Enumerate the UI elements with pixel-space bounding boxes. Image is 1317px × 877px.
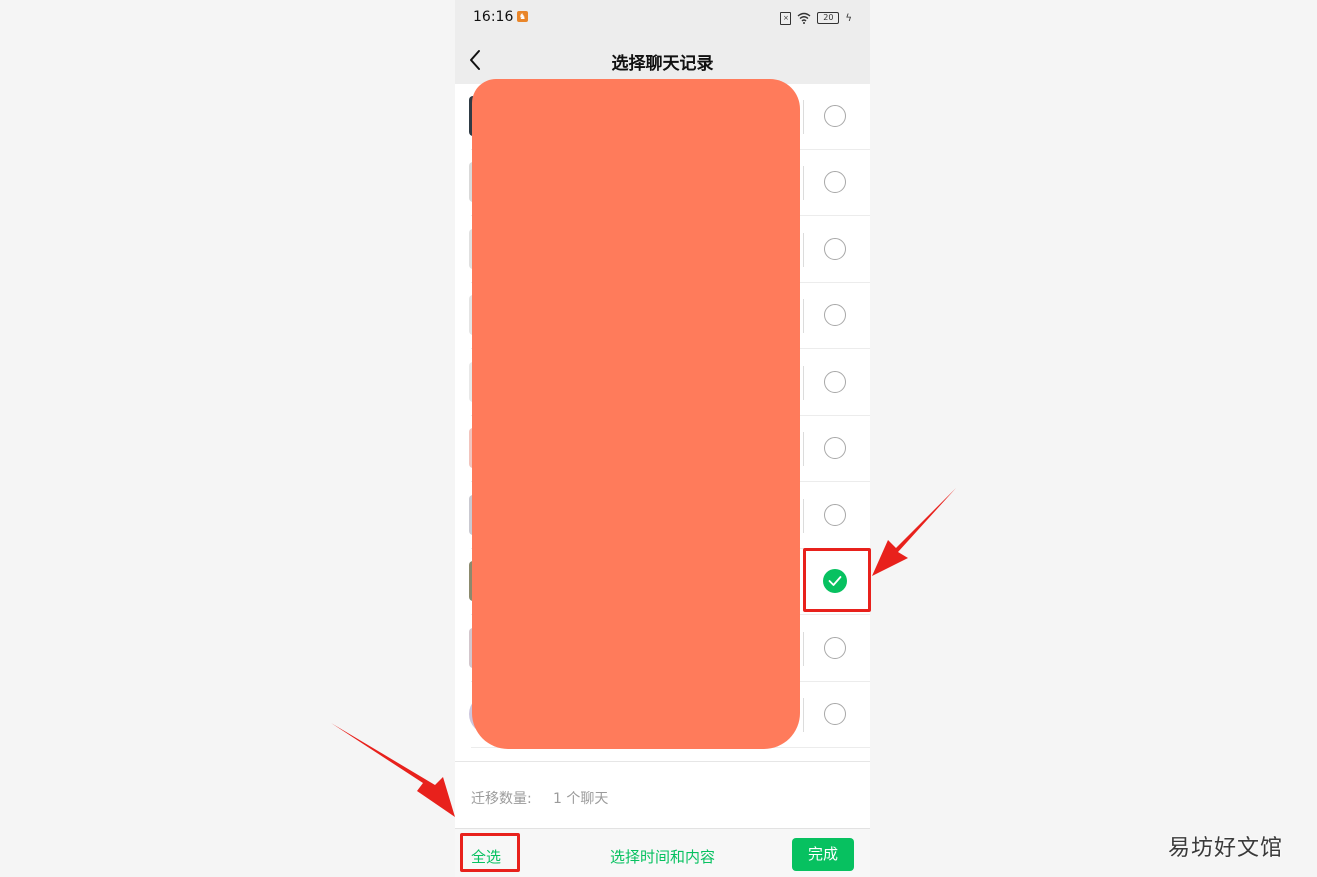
charging-icon: ϟ xyxy=(845,12,852,24)
select-radio[interactable] xyxy=(824,437,846,459)
row-divider xyxy=(803,698,804,732)
row-divider xyxy=(803,100,804,134)
select-radio[interactable] xyxy=(824,637,846,659)
row-divider xyxy=(803,499,804,533)
row-divider xyxy=(803,166,804,200)
select-radio[interactable] xyxy=(824,105,846,127)
migration-summary: 迁移数量: 1 个聊天 xyxy=(455,761,870,828)
app-notification-icon: ♞ xyxy=(517,11,528,22)
select-radio[interactable] xyxy=(824,371,846,393)
wifi-icon xyxy=(797,12,811,24)
sim-icon: × xyxy=(780,11,792,25)
nav-bar: 选择聊天记录 xyxy=(455,36,870,84)
status-time: 16:16 xyxy=(473,9,514,25)
row-divider xyxy=(803,233,804,267)
select-radio[interactable] xyxy=(824,304,846,326)
page-title: 选择聊天记录 xyxy=(611,54,714,74)
highlight-box-select-all xyxy=(460,833,520,872)
annotation-arrow-icon xyxy=(331,723,455,817)
watermark: 易坊好文馆 xyxy=(1168,836,1284,861)
phone-screen: 16:16 ♞ × 20 ϟ 选择聊天记录 迁移数量: 1 个聊天 全选 选择时… xyxy=(455,0,870,877)
status-bar: 16:16 ♞ × 20 ϟ xyxy=(455,0,870,36)
annotation-arrow-icon xyxy=(872,488,956,576)
redaction-overlay xyxy=(472,79,800,749)
row-divider xyxy=(803,632,804,666)
select-radio[interactable] xyxy=(824,238,846,260)
row-divider xyxy=(803,299,804,333)
select-radio[interactable] xyxy=(824,504,846,526)
done-button[interactable]: 完成 xyxy=(792,838,854,871)
battery-icon: 20 xyxy=(817,12,840,24)
status-icons: × 20 ϟ xyxy=(780,10,852,26)
row-divider xyxy=(803,432,804,466)
row-divider xyxy=(803,366,804,400)
select-radio[interactable] xyxy=(824,171,846,193)
select-radio[interactable] xyxy=(824,703,846,725)
migration-count-value: 1 个聊天 xyxy=(553,791,609,807)
migration-count-label: 迁移数量: xyxy=(471,791,532,807)
